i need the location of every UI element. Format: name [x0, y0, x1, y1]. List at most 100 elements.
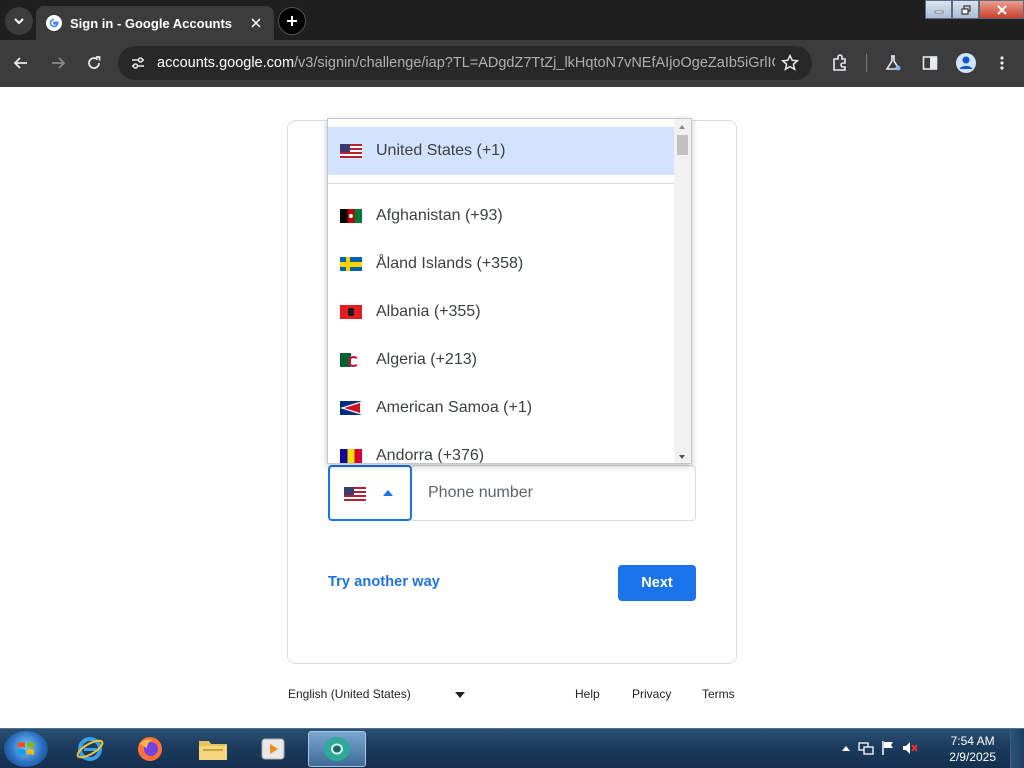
system-clock[interactable]: 7:54 AM 2/9/2025 [949, 733, 996, 765]
google-g-icon [46, 15, 62, 31]
close-icon [996, 4, 1007, 15]
ax-flag-icon [340, 257, 362, 271]
dropdown-option[interactable]: Albania (+355) [328, 288, 675, 336]
dropdown-option[interactable]: Andorra (+376) [328, 432, 675, 464]
dropdown-scrollbar[interactable] [674, 119, 691, 463]
phone-number-input[interactable] [412, 465, 696, 521]
window-close-button[interactable] [979, 0, 1024, 19]
url-text: accounts.google.com/v3/signin/challenge/… [157, 55, 775, 71]
new-tab-button[interactable] [278, 7, 306, 35]
taskbar-firefox[interactable] [123, 731, 177, 767]
back-icon [13, 57, 27, 69]
browser-titlebar: Sign in - Google Accounts [0, 0, 1024, 40]
dropdown-option[interactable]: Åland Islands (+358) [328, 240, 675, 288]
help-link[interactable]: Help [575, 687, 600, 701]
scroll-down-icon[interactable] [679, 455, 685, 459]
dropdown-option[interactable]: Afghanistan (+93) [328, 192, 675, 240]
us-flag-icon [344, 487, 366, 501]
profile-icon [956, 53, 976, 73]
restore-icon [960, 4, 971, 15]
dropdown-option[interactable]: American Samoa (+1) [328, 384, 675, 432]
media-player-icon [261, 738, 285, 760]
clock-time: 7:54 AM [950, 734, 995, 748]
af-flag-icon [340, 209, 362, 223]
tab-search-button[interactable] [5, 7, 33, 35]
browser-menu-button[interactable] [989, 50, 1015, 76]
as-flag-icon [340, 401, 362, 415]
volume-muted-icon[interactable] [902, 740, 918, 756]
language-select[interactable]: English (United States) [288, 687, 411, 701]
side-panel-button[interactable] [917, 50, 943, 76]
profile-button[interactable] [953, 50, 979, 76]
labs-icon [885, 55, 901, 71]
option-label: Algeria (+213) [376, 351, 477, 368]
dropdown-divider [328, 183, 675, 184]
reload-icon [88, 56, 101, 69]
option-label: Åland Islands (+358) [376, 255, 524, 272]
windows-logo-icon [18, 742, 34, 755]
privacy-link[interactable]: Privacy [632, 687, 671, 701]
ad-flag-icon [340, 449, 362, 463]
chrome-icon [324, 737, 350, 761]
url-host: accounts.google.com [157, 55, 295, 71]
option-label: Andorra (+376) [376, 447, 485, 464]
url-path: /v3/signin/challenge/iap?TL=ADgdZ7TtZj_l… [294, 55, 775, 71]
show-hidden-icons-button[interactable] [838, 740, 854, 756]
dropdown-option-selected[interactable]: United States (+1) [328, 127, 675, 175]
clock-date: 2/9/2025 [949, 750, 996, 764]
country-code-select[interactable] [328, 465, 412, 521]
taskbar-chrome[interactable] [308, 731, 366, 767]
restore-button[interactable] [952, 0, 979, 19]
forward-button[interactable] [45, 50, 71, 76]
chevron-down-icon [14, 18, 24, 25]
forward-icon [52, 57, 66, 69]
dz-flag-icon [340, 353, 362, 367]
option-label: Afghanistan (+93) [376, 207, 503, 224]
extensions-icon [833, 54, 846, 71]
star-icon[interactable] [780, 53, 800, 73]
taskbar-media-player[interactable] [246, 731, 300, 767]
option-label: United States (+1) [376, 142, 506, 159]
tab-title: Sign in - Google Accounts [70, 15, 233, 31]
caret-up-icon [383, 490, 393, 496]
reload-button[interactable] [81, 50, 107, 76]
back-button[interactable] [8, 50, 34, 76]
windows-taskbar: 7:54 AM 2/9/2025 [0, 728, 1024, 768]
next-button[interactable]: Next [618, 565, 696, 601]
start-button[interactable] [4, 731, 48, 767]
labs-button[interactable] [880, 50, 906, 76]
address-bar[interactable]: accounts.google.com/v3/signin/challenge/… [118, 46, 812, 80]
site-info-icon[interactable] [128, 53, 148, 73]
terms-link[interactable]: Terms [702, 687, 735, 701]
us-flag-icon [340, 144, 362, 158]
option-label: American Samoa (+1) [376, 399, 533, 416]
window-controls [925, 0, 1024, 20]
internet-explorer-icon [76, 737, 104, 761]
show-desktop-button[interactable] [1010, 729, 1024, 768]
system-tray: 7:54 AM 2/9/2025 [834, 729, 1024, 768]
scroll-up-icon[interactable] [679, 125, 685, 129]
option-label: Albania (+355) [376, 303, 481, 320]
scrollbar-thumb[interactable] [677, 135, 688, 155]
toolbar-divider [866, 54, 867, 72]
menu-icon [1000, 56, 1004, 70]
extensions-button[interactable] [827, 50, 853, 76]
country-dropdown-list: United States (+1) Afghanistan (+93) Åla… [327, 118, 692, 464]
plus-icon [287, 16, 297, 26]
file-explorer-icon [199, 741, 227, 760]
try-another-way-link[interactable]: Try another way [328, 574, 440, 590]
minimize-button[interactable] [925, 0, 952, 19]
action-center-flag-icon[interactable] [880, 740, 896, 756]
side-panel-icon [922, 56, 938, 70]
dropdown-option[interactable]: Algeria (+213) [328, 336, 675, 384]
caret-down-icon[interactable] [455, 692, 465, 698]
close-icon[interactable] [248, 15, 264, 31]
minimize-icon [934, 10, 943, 13]
taskbar-internet-explorer[interactable] [63, 731, 117, 767]
firefox-icon [138, 737, 162, 761]
network-icon[interactable] [858, 740, 874, 756]
taskbar-file-explorer[interactable] [186, 731, 240, 767]
al-flag-icon [340, 305, 362, 319]
browser-tab-active[interactable]: Sign in - Google Accounts [36, 6, 274, 40]
chevron-up-icon [842, 746, 850, 751]
